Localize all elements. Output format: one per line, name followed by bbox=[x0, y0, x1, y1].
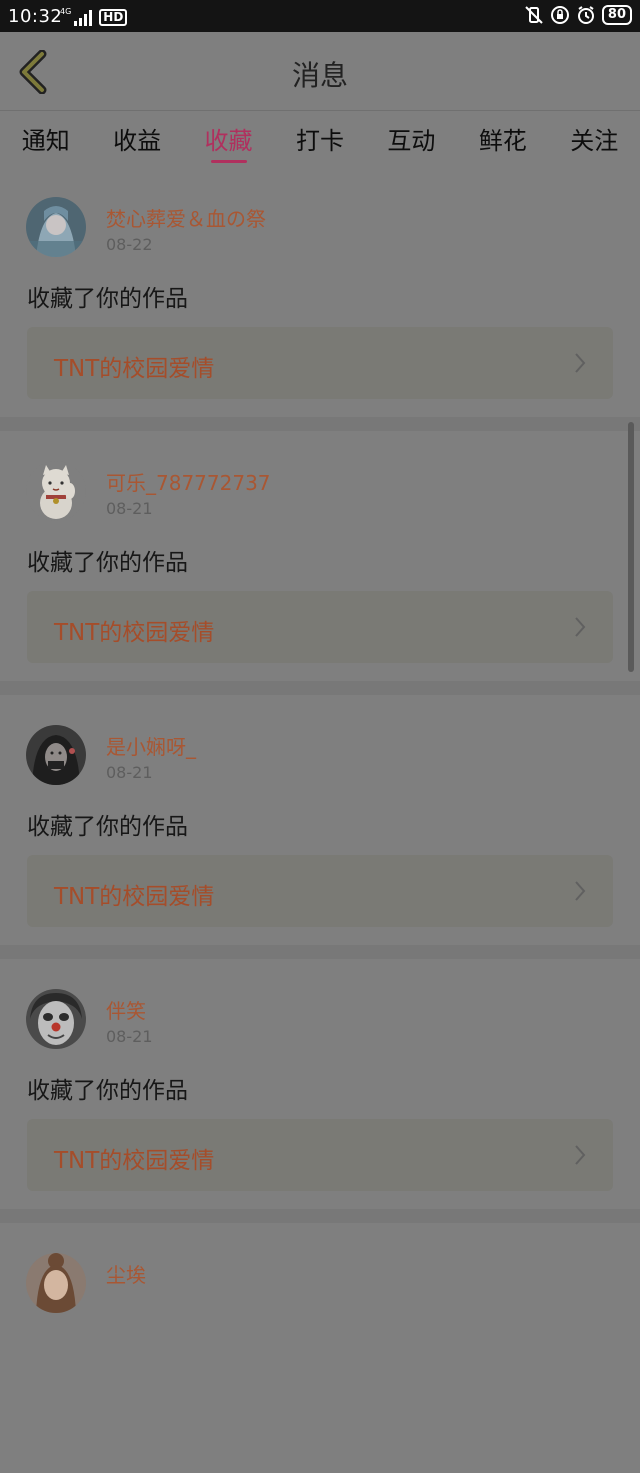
status-right-icons: 80 bbox=[524, 5, 632, 25]
girl-photo-avatar[interactable] bbox=[26, 725, 86, 785]
work-title: TNT的校园爱情 bbox=[54, 356, 215, 382]
tab-label: 通知 bbox=[21, 127, 70, 155]
tab-label: 互动 bbox=[387, 127, 436, 155]
tab-bar: 通知 收益 收藏 打卡 互动 鲜花 关注 bbox=[0, 111, 640, 165]
date: 08-21 bbox=[106, 499, 153, 518]
user-name[interactable]: 是小娴呀_ bbox=[106, 731, 196, 760]
tab-checkin[interactable]: 打卡 bbox=[274, 111, 365, 165]
tab-favorites[interactable]: 收藏 bbox=[183, 111, 274, 165]
alarm-icon bbox=[576, 5, 596, 25]
scrollbar[interactable] bbox=[628, 422, 634, 672]
tab-notifications[interactable]: 通知 bbox=[0, 111, 91, 165]
user-name[interactable]: 焚心葬爱＆血の祭 bbox=[106, 203, 266, 232]
tab-interactions[interactable]: 互动 bbox=[366, 111, 457, 165]
action-text: 收藏了你的作品 bbox=[27, 1078, 188, 1104]
chevron-right-icon bbox=[575, 353, 586, 373]
user-name[interactable]: 尘埃 bbox=[106, 1259, 146, 1288]
work-title: TNT的校园爱情 bbox=[54, 620, 215, 646]
work-title: TNT的校园爱情 bbox=[54, 884, 215, 910]
anime-girl-avatar[interactable] bbox=[26, 197, 86, 257]
girl-avatar[interactable] bbox=[26, 1253, 86, 1313]
status-time: 10:32 bbox=[8, 6, 63, 27]
lucky-cat-avatar[interactable] bbox=[26, 461, 86, 521]
list-item: 伴笑 08-21 收藏了你的作品 TNT的校园爱情 bbox=[0, 945, 640, 1209]
network-type: 4G bbox=[60, 7, 72, 16]
message-feed: 焚心葬爱＆血の祭 08-22 收藏了你的作品 TNT的校园爱情 可乐_78777… bbox=[0, 167, 640, 1473]
signal-indicators: 4G HD bbox=[60, 6, 128, 26]
chevron-right-icon bbox=[575, 617, 586, 637]
user-name[interactable]: 伴笑 bbox=[106, 995, 146, 1024]
work-title: TNT的校园爱情 bbox=[54, 1148, 215, 1174]
list-item: 可乐_787772737 08-21 收藏了你的作品 TNT的校园爱情 bbox=[0, 417, 640, 681]
action-text: 收藏了你的作品 bbox=[27, 550, 188, 576]
hd-badge: HD bbox=[99, 9, 128, 26]
date: 08-21 bbox=[106, 1027, 153, 1046]
status-bar: 10:32 4G HD 80 bbox=[0, 0, 640, 32]
work-link[interactable]: TNT的校园爱情 bbox=[27, 591, 613, 663]
tab-label: 关注 bbox=[570, 127, 619, 155]
date: 08-21 bbox=[106, 763, 153, 782]
signal-bars-icon bbox=[74, 10, 93, 26]
clown-avatar[interactable] bbox=[26, 989, 86, 1049]
lock-rotation-icon bbox=[550, 5, 570, 25]
tab-label: 打卡 bbox=[295, 127, 344, 155]
user-name[interactable]: 可乐_787772737 bbox=[106, 467, 271, 496]
chevron-right-icon bbox=[575, 881, 586, 901]
tab-following[interactable]: 关注 bbox=[549, 111, 640, 165]
date: 08-22 bbox=[106, 235, 153, 254]
battery-indicator: 80 bbox=[601, 5, 632, 25]
tab-earnings[interactable]: 收益 bbox=[91, 111, 182, 165]
list-item: 是小娴呀_ 08-21 收藏了你的作品 TNT的校园爱情 bbox=[0, 681, 640, 945]
active-tab-indicator bbox=[210, 160, 247, 163]
page-title: 消息 bbox=[291, 59, 348, 92]
chevron-right-icon bbox=[575, 1145, 586, 1165]
list-item: 尘埃 bbox=[0, 1209, 640, 1473]
tab-flowers[interactable]: 鲜花 bbox=[457, 111, 548, 165]
list-item: 焚心葬爱＆血の祭 08-22 收藏了你的作品 TNT的校园爱情 bbox=[0, 167, 640, 417]
tab-label: 收藏 bbox=[204, 127, 253, 155]
vibrate-off-icon bbox=[524, 5, 544, 25]
tab-label: 收益 bbox=[113, 127, 162, 155]
action-text: 收藏了你的作品 bbox=[27, 286, 188, 312]
tab-label: 鲜花 bbox=[478, 127, 527, 155]
work-link[interactable]: TNT的校园爱情 bbox=[27, 855, 613, 927]
work-link[interactable]: TNT的校园爱情 bbox=[27, 327, 613, 399]
action-text: 收藏了你的作品 bbox=[27, 814, 188, 840]
work-link[interactable]: TNT的校园爱情 bbox=[27, 1119, 613, 1191]
app-header: 消息 bbox=[0, 32, 640, 111]
